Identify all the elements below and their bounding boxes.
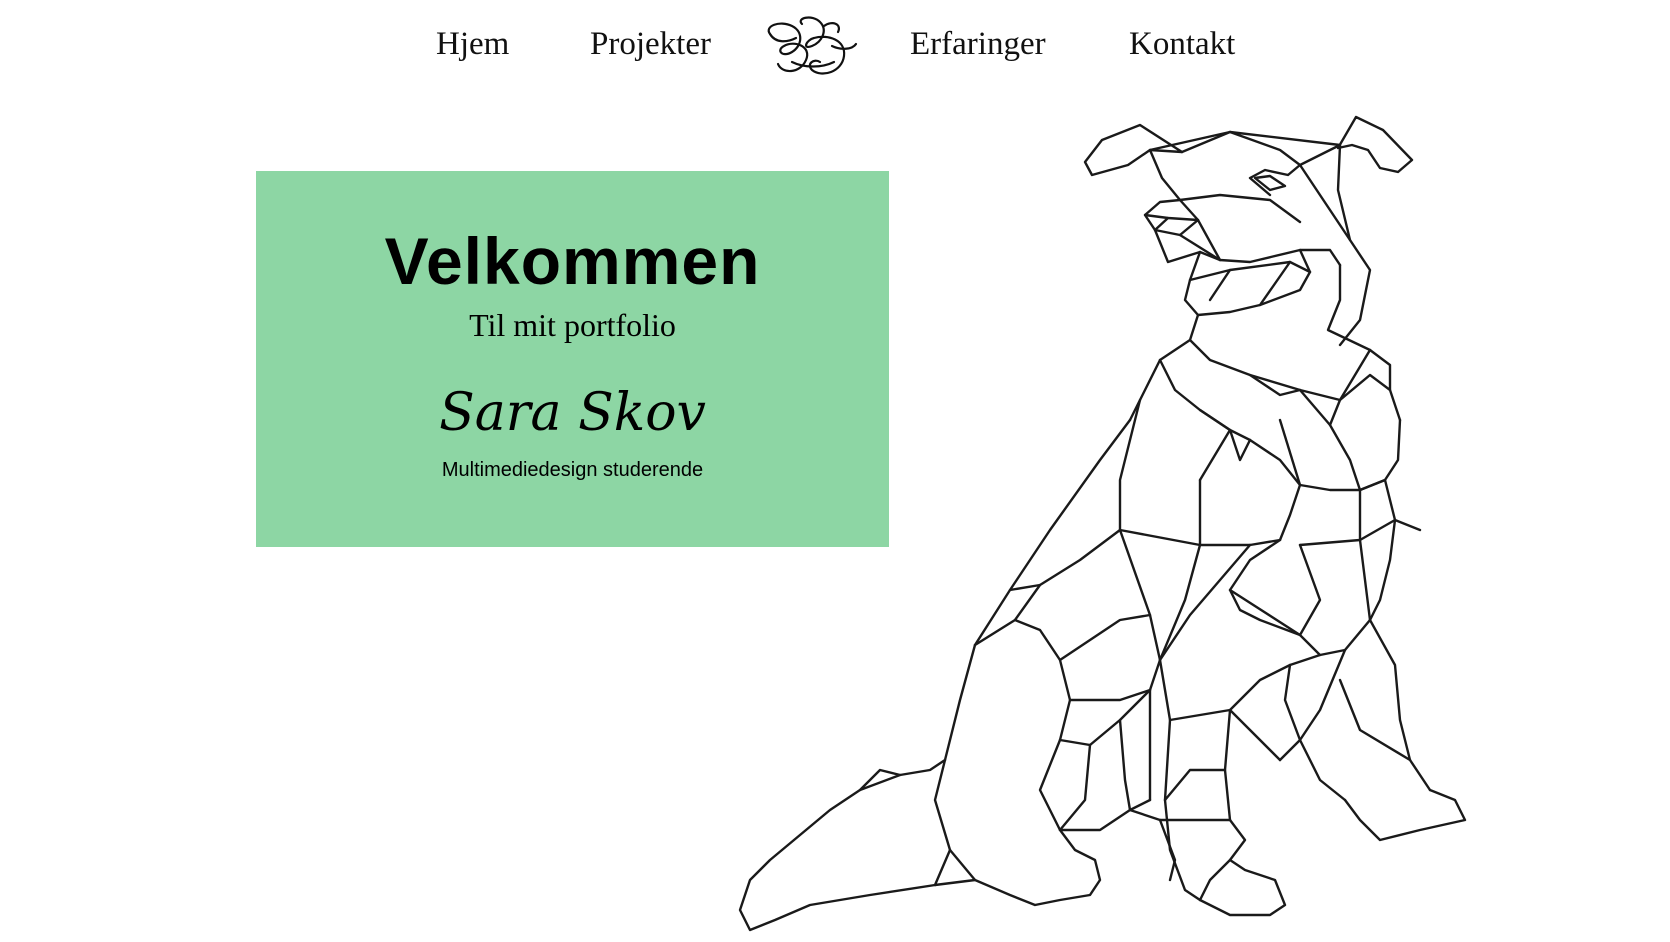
ss-monogram-logo-icon[interactable] <box>762 16 862 80</box>
main-nav: Hjem Projekter Erfaringer Kontakt <box>0 0 1670 95</box>
nav-link-erfaringer[interactable]: Erfaringer <box>910 24 1046 64</box>
nav-link-kontakt[interactable]: Kontakt <box>1129 24 1235 64</box>
nav-link-projekter[interactable]: Projekter <box>590 24 711 64</box>
nav-link-hjem[interactable]: Hjem <box>436 24 509 64</box>
geometric-dog-illustration <box>738 115 1467 932</box>
